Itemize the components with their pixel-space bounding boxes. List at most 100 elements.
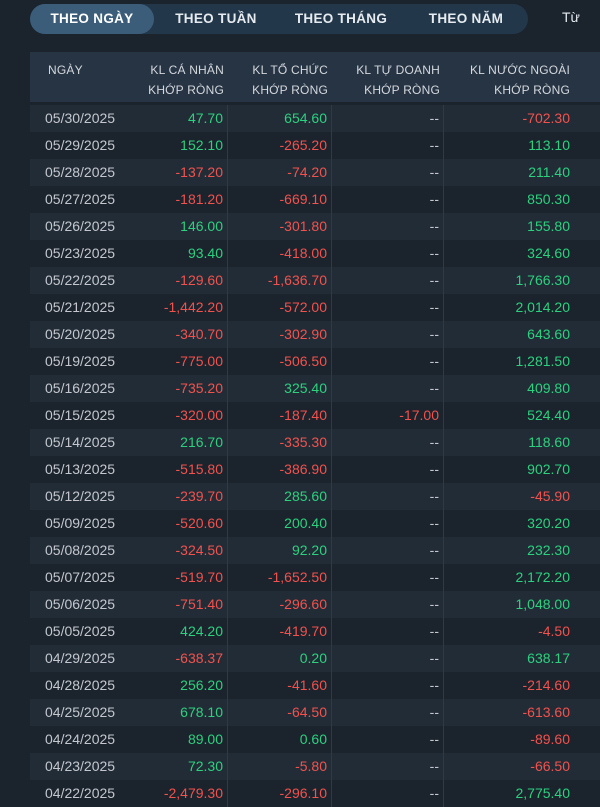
cell-institutional: -386.90 bbox=[228, 456, 332, 483]
cell-date: 05/30/2025 bbox=[45, 110, 116, 126]
cell-proprietary: -- bbox=[332, 672, 444, 699]
cell-date: 05/05/2025 bbox=[45, 623, 116, 639]
cell-proprietary: -17.00 bbox=[332, 402, 444, 429]
header-individual: KL CÁ NHÂN KHỚP RÒNG bbox=[130, 52, 228, 102]
cell-date: 05/14/2025 bbox=[45, 434, 116, 450]
header-proprietary: KL TỰ DOANH KHỚP RÒNG bbox=[332, 52, 444, 102]
header-foreign: KL NƯỚC NGOÀI KHỚP RÒNG bbox=[444, 52, 574, 102]
cell-date: 05/07/2025 bbox=[45, 569, 116, 585]
cell-date: 05/08/2025 bbox=[45, 542, 116, 558]
cell-institutional: -1,652.50 bbox=[228, 564, 332, 591]
cell-individual: -129.60 bbox=[130, 267, 228, 294]
cell-date: 05/15/2025 bbox=[45, 407, 116, 423]
cell-foreign: 118.60 bbox=[528, 434, 570, 450]
table-body: 05/30/2025 47.70 654.60 -- -702.30 05/29/2025… bbox=[30, 105, 600, 807]
net-volume-table: NGÀY KL CÁ NHÂN KHỚP RÒNG KL TỔ CHỨC KHỚ… bbox=[30, 52, 600, 807]
table-row: 04/23/2025 72.30 -5.80 -- -66.50 bbox=[30, 753, 600, 780]
cell-foreign: 1,766.30 bbox=[515, 272, 571, 288]
cell-proprietary: -- bbox=[332, 132, 444, 159]
header-institutional: KL TỔ CHỨC KHỚP RÒNG bbox=[228, 52, 332, 102]
cell-institutional: -74.20 bbox=[228, 159, 332, 186]
cell-proprietary: -- bbox=[332, 456, 444, 483]
cell-institutional: -187.40 bbox=[228, 402, 332, 429]
tab-year[interactable]: THEO NĂM bbox=[404, 4, 528, 34]
cell-individual: 678.10 bbox=[130, 699, 228, 726]
cell-date: 04/22/2025 bbox=[45, 785, 116, 801]
tab-month[interactable]: THEO THÁNG bbox=[278, 4, 404, 34]
table-row: 05/19/2025 -775.00 -506.50 -- 1,281.50 bbox=[30, 348, 600, 375]
cell-foreign: 113.10 bbox=[528, 137, 570, 153]
cell-proprietary: -- bbox=[332, 186, 444, 213]
cell-date: 05/13/2025 bbox=[45, 461, 116, 477]
cell-institutional: -64.50 bbox=[228, 699, 332, 726]
cell-foreign: 643.60 bbox=[527, 326, 570, 342]
cell-proprietary: -- bbox=[332, 375, 444, 402]
table-header: NGÀY KL CÁ NHÂN KHỚP RÒNG KL TỔ CHỨC KHỚ… bbox=[30, 52, 600, 102]
cell-individual: -239.70 bbox=[130, 483, 228, 510]
cell-foreign: -89.60 bbox=[530, 731, 570, 747]
cell-date: 04/25/2025 bbox=[45, 704, 116, 720]
table-row: 04/22/2025 -2,479.30 -296.10 -- 2,775.40 bbox=[30, 780, 600, 807]
table-row: 05/15/2025 -320.00 -187.40 -17.00 524.40 bbox=[30, 402, 600, 429]
cell-foreign: 902.70 bbox=[527, 461, 570, 477]
cell-institutional: 200.40 bbox=[228, 510, 332, 537]
header-foreign-line2: KHỚP RÒNG bbox=[494, 83, 570, 97]
cell-date: 05/27/2025 bbox=[45, 191, 116, 207]
tab-day[interactable]: THEO NGÀY bbox=[30, 4, 154, 34]
cell-institutional: -418.00 bbox=[228, 240, 332, 267]
cell-date: 05/29/2025 bbox=[45, 137, 116, 153]
table-row: 05/21/2025 -1,442.20 -572.00 -- 2,014.20 bbox=[30, 294, 600, 321]
cell-date: 05/23/2025 bbox=[45, 245, 116, 261]
header-proprietary-line2: KHỚP RÒNG bbox=[364, 83, 440, 97]
header-individual-line1: KL CÁ NHÂN bbox=[150, 63, 224, 77]
table-row: 05/23/2025 93.40 -418.00 -- 324.60 bbox=[30, 240, 600, 267]
cell-proprietary: -- bbox=[332, 618, 444, 645]
cell-institutional: -419.70 bbox=[228, 618, 332, 645]
cell-individual: 93.40 bbox=[130, 240, 228, 267]
cell-institutional: -41.60 bbox=[228, 672, 332, 699]
cell-foreign: 320.20 bbox=[527, 515, 570, 531]
table-row: 05/09/2025 -520.60 200.40 -- 320.20 bbox=[30, 510, 600, 537]
cell-individual: 47.70 bbox=[130, 105, 228, 132]
table-row: 05/06/2025 -751.40 -296.60 -- 1,048.00 bbox=[30, 591, 600, 618]
tab-week[interactable]: THEO TUẦN bbox=[154, 4, 278, 34]
table-row: 05/30/2025 47.70 654.60 -- -702.30 bbox=[30, 105, 600, 132]
cell-individual: -137.20 bbox=[130, 159, 228, 186]
cell-institutional: 285.60 bbox=[228, 483, 332, 510]
table-row: 05/12/2025 -239.70 285.60 -- -45.90 bbox=[30, 483, 600, 510]
from-date-label[interactable]: Từ bbox=[562, 9, 580, 25]
cell-foreign: 155.80 bbox=[527, 218, 570, 234]
cell-date: 05/21/2025 bbox=[45, 299, 116, 315]
table-row: 05/26/2025 146.00 -301.80 -- 155.80 bbox=[30, 213, 600, 240]
cell-foreign: 1,281.50 bbox=[515, 353, 571, 369]
cell-individual: -1,442.20 bbox=[130, 294, 228, 321]
cell-proprietary: -- bbox=[332, 213, 444, 240]
cell-foreign: 232.30 bbox=[527, 542, 570, 558]
cell-proprietary: -- bbox=[332, 753, 444, 780]
cell-foreign: -45.90 bbox=[530, 488, 570, 504]
cell-date: 05/28/2025 bbox=[45, 164, 116, 180]
cell-individual: -735.20 bbox=[130, 375, 228, 402]
cell-date: 05/06/2025 bbox=[45, 596, 116, 612]
header-institutional-line1: KL TỔ CHỨC bbox=[252, 63, 328, 77]
cell-foreign: 2,172.20 bbox=[515, 569, 571, 585]
table-row: 05/29/2025 152.10 -265.20 -- 113.10 bbox=[30, 132, 600, 159]
cell-individual: 146.00 bbox=[130, 213, 228, 240]
table-row: 04/28/2025 256.20 -41.60 -- -214.60 bbox=[30, 672, 600, 699]
cell-individual: -2,479.30 bbox=[130, 780, 228, 807]
cell-individual: -519.70 bbox=[130, 564, 228, 591]
cell-date: 05/22/2025 bbox=[45, 272, 116, 288]
table-row: 05/14/2025 216.70 -335.30 -- 118.60 bbox=[30, 429, 600, 456]
cell-proprietary: -- bbox=[332, 483, 444, 510]
period-tabs: THEO NGÀY THEO TUẦN THEO THÁNG THEO NĂM bbox=[30, 4, 528, 34]
cell-date: 04/29/2025 bbox=[45, 650, 116, 666]
table-row: 05/08/2025 -324.50 92.20 -- 232.30 bbox=[30, 537, 600, 564]
cell-date: 05/20/2025 bbox=[45, 326, 116, 342]
cell-individual: -515.80 bbox=[130, 456, 228, 483]
cell-foreign: -66.50 bbox=[530, 758, 570, 774]
cell-institutional: -296.60 bbox=[228, 591, 332, 618]
cell-date: 05/12/2025 bbox=[45, 488, 116, 504]
cell-proprietary: -- bbox=[332, 267, 444, 294]
header-proprietary-line1: KL TỰ DOANH bbox=[356, 63, 440, 77]
cell-institutional: 325.40 bbox=[228, 375, 332, 402]
